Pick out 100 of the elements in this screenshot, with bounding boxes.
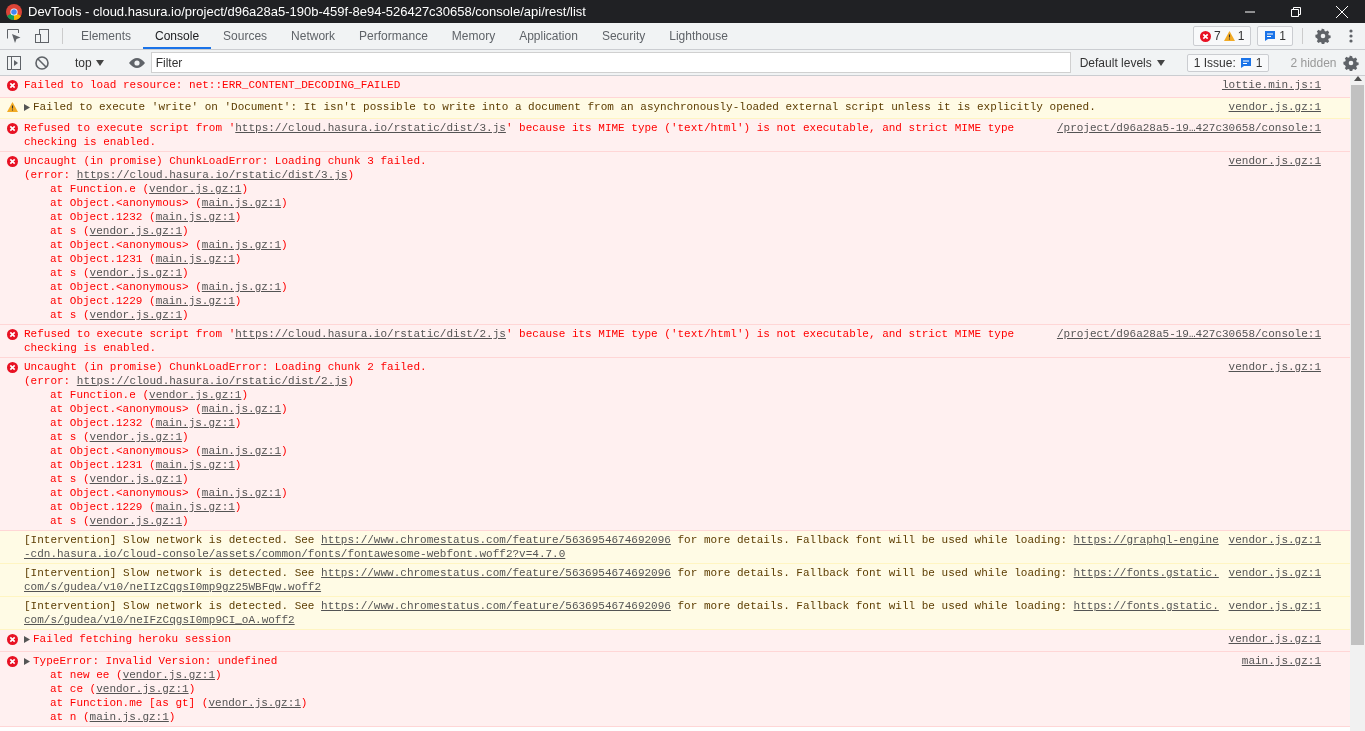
link[interactable]: vendor.js.gz:1 — [96, 683, 189, 695]
link[interactable]: https://cloud.hasura.io/rstatic/dist/2.js — [235, 327, 506, 341]
message-text: Failed to load resource: net::ERR_CONTENT_DECODING_FAILED — [24, 78, 402, 92]
link[interactable]: vendor.js.gz:1 — [89, 515, 183, 527]
source-link[interactable]: vendor.js.gz:1 — [1228, 533, 1321, 561]
link[interactable]: main.js.gz:1 — [201, 445, 282, 457]
link[interactable]: https://fonts.gstatic. — [1073, 599, 1219, 613]
issues-counter[interactable]: 7 1 — [1192, 26, 1252, 46]
cursor-in-box-icon — [6, 28, 22, 44]
message-icon — [1239, 56, 1252, 69]
link[interactable]: https://www.chromestatus.com/feature/5636954674692096 — [321, 599, 671, 613]
error-icon — [7, 123, 18, 134]
source-link[interactable]: vendor.js.gz:1 — [1228, 360, 1321, 528]
link[interactable]: com/s/gudea/v10/neIFzCqgsI0mp9CI_oA.woff2 — [24, 613, 295, 627]
browser-logo-icon — [6, 3, 22, 20]
message-text: Failed to execute 'write' on 'Document': It isn't possible to write into a document from an asynchronously-loaded external script unless it is explicitly opened. — [24, 100, 1219, 114]
link[interactable]: vendor.js.gz:1 — [208, 697, 301, 709]
stack-frame: at Object.1229 (main.js.gz:1) — [50, 500, 1219, 514]
link[interactable]: https://graphql-engine — [1073, 533, 1219, 547]
link[interactable]: vendor.js.gz:1 — [89, 225, 183, 237]
link[interactable]: main.js.gz:1 — [201, 197, 282, 209]
panel-tab[interactable]: Elements — [69, 23, 144, 49]
source-link[interactable]: /project/d96a28a5-19…427c30658/console:1 — [1056, 327, 1321, 355]
stack-frame: at Object.<anonymous> (main.js.gz:1) — [50, 196, 1219, 210]
link[interactable]: main.js.gz:1 — [155, 211, 235, 223]
expand-triangle-icon[interactable] — [24, 103, 30, 111]
stack-frame: at Object.<anonymous> (main.js.gz:1) — [50, 444, 1219, 458]
link[interactable]: main.js.gz:1 — [155, 295, 235, 307]
hidden-count: 2 hidden — [1290, 55, 1337, 70]
restore-icon — [1291, 6, 1301, 17]
error-count: 7 — [1213, 29, 1221, 43]
link[interactable]: vendor.js.gz:1 — [89, 309, 183, 321]
error-icon — [1199, 30, 1211, 42]
message-text: Refused to execute script from 'https://cloud.hasura.io/rstatic/dist/2.js' because its MIME type ('text/html') is not executable, and strict MIME type — [24, 327, 1016, 341]
panel-tab[interactable]: Security — [589, 23, 658, 49]
warning-icon — [7, 102, 18, 112]
link[interactable]: main.js.gz:1 — [201, 281, 282, 293]
expand-triangle-icon[interactable] — [24, 635, 30, 643]
panel-tab[interactable]: Lighthouse — [657, 23, 740, 49]
warning-count: 1 — [1237, 29, 1245, 43]
source-link[interactable]: vendor.js.gz:1 — [1228, 100, 1321, 116]
stack-frame: at s (vendor.js.gz:1) — [50, 472, 1219, 486]
context-selector[interactable]: top — [69, 55, 110, 70]
messages-counter[interactable]: 1 — [1257, 26, 1293, 46]
link[interactable]: https://www.chromestatus.com/feature/5636954674692096 — [321, 566, 671, 580]
link[interactable]: vendor.js.gz:1 — [149, 183, 242, 195]
warning-icon — [1223, 31, 1235, 41]
message-text: [Intervention] Slow network is detected. See https://www.chromestatus.com/feature/5636954674692096 for more details. Fallback font will be used while loading: https://fonts.gstatic. — [24, 566, 1219, 580]
link[interactable]: vendor.js.gz:1 — [149, 389, 242, 401]
link[interactable]: https://cloud.hasura.io/rstatic/dist/3.js — [235, 121, 506, 135]
scrollbar[interactable] — [1350, 76, 1365, 731]
link[interactable]: main.js.gz:1 — [201, 487, 282, 499]
stack-frame: at Function.e (vendor.js.gz:1) — [50, 182, 1219, 196]
panel-tab[interactable]: Memory — [439, 23, 508, 49]
kebab-menu-icon — [1349, 29, 1353, 43]
link[interactable]: vendor.js.gz:1 — [122, 669, 216, 681]
source-link[interactable]: main.js.gz:1 — [1241, 654, 1321, 724]
issues-button[interactable]: 1 Issue: 1 — [1186, 53, 1270, 72]
message-text: [Intervention] Slow network is detected. See https://www.chromestatus.com/feature/5636954674692096 for more details. Fallback font will be used while loading: https://fonts.gstatic. — [24, 599, 1219, 613]
log-levels-dropdown[interactable]: Default levels — [1070, 55, 1174, 70]
source-link[interactable]: vendor.js.gz:1 — [1228, 154, 1321, 322]
source-link[interactable]: lottie.min.js:1 — [1221, 78, 1321, 95]
link[interactable]: main.js.gz:1 — [201, 239, 282, 251]
link[interactable]: com/s/gudea/v10/neIIzCqgsI0mp9gz25WBFqw.woff2 — [24, 580, 322, 594]
message-text: checking is enabled. — [24, 135, 158, 149]
source-link[interactable]: vendor.js.gz:1 — [1228, 599, 1321, 627]
panel-tab[interactable]: Application — [507, 23, 590, 49]
source-link[interactable]: vendor.js.gz:1 — [1228, 632, 1321, 649]
stack-frame: at Object.1231 (main.js.gz:1) — [50, 252, 1219, 266]
link[interactable]: main.js.gz:1 — [201, 403, 282, 415]
panel-tab[interactable]: Network — [279, 23, 348, 49]
sidebar-icon — [7, 55, 21, 70]
panel-tab[interactable]: Performance — [347, 23, 440, 49]
expand-triangle-icon[interactable] — [24, 657, 30, 665]
message-text: [Intervention] Slow network is detected. See https://www.chromestatus.com/feature/5636954674692096 for more details. Fallback font will be used while loading: https://graphql-engine — [24, 533, 1219, 547]
link[interactable]: -cdn.hasura.io/cloud-console/assets/common/fonts/fontawesome-webfont.woff2?v=4.7.0 — [24, 547, 566, 561]
link[interactable]: vendor.js.gz:1 — [89, 267, 183, 279]
link[interactable]: main.js.gz:1 — [155, 417, 235, 429]
link[interactable]: main.js.gz:1 — [155, 253, 235, 265]
link[interactable]: https://cloud.hasura.io/rstatic/dist/3.js — [76, 168, 348, 182]
link[interactable]: https://fonts.gstatic. — [1073, 566, 1219, 580]
source-link[interactable]: vendor.js.gz:1 — [1228, 566, 1321, 594]
link[interactable]: vendor.js.gz:1 — [89, 431, 183, 443]
message-text: (error: https://cloud.hasura.io/rstatic/dist/3.js) — [24, 168, 356, 182]
stack-frame: at s (vendor.js.gz:1) — [50, 266, 1219, 280]
stack-frame: at Object.1232 (main.js.gz:1) — [50, 210, 1219, 224]
error-icon — [7, 362, 18, 373]
message-text: Failed fetching heroku session — [24, 632, 1219, 646]
close-icon — [1336, 5, 1348, 18]
link[interactable]: https://www.chromestatus.com/feature/5636954674692096 — [321, 533, 671, 547]
link[interactable]: main.js.gz:1 — [155, 501, 235, 513]
link[interactable]: main.js.gz:1 — [89, 711, 169, 723]
message-icon — [1264, 30, 1277, 42]
panel-tab[interactable]: Sources — [211, 23, 280, 49]
filter-field[interactable]: Filter — [150, 52, 1071, 73]
link[interactable]: vendor.js.gz:1 — [89, 473, 183, 485]
block-icon — [35, 55, 49, 70]
link[interactable]: main.js.gz:1 — [155, 459, 235, 471]
link[interactable]: https://cloud.hasura.io/rstatic/dist/2.js — [76, 374, 348, 388]
source-link[interactable]: /project/d96a28a5-19…427c30658/console:1 — [1056, 121, 1321, 149]
